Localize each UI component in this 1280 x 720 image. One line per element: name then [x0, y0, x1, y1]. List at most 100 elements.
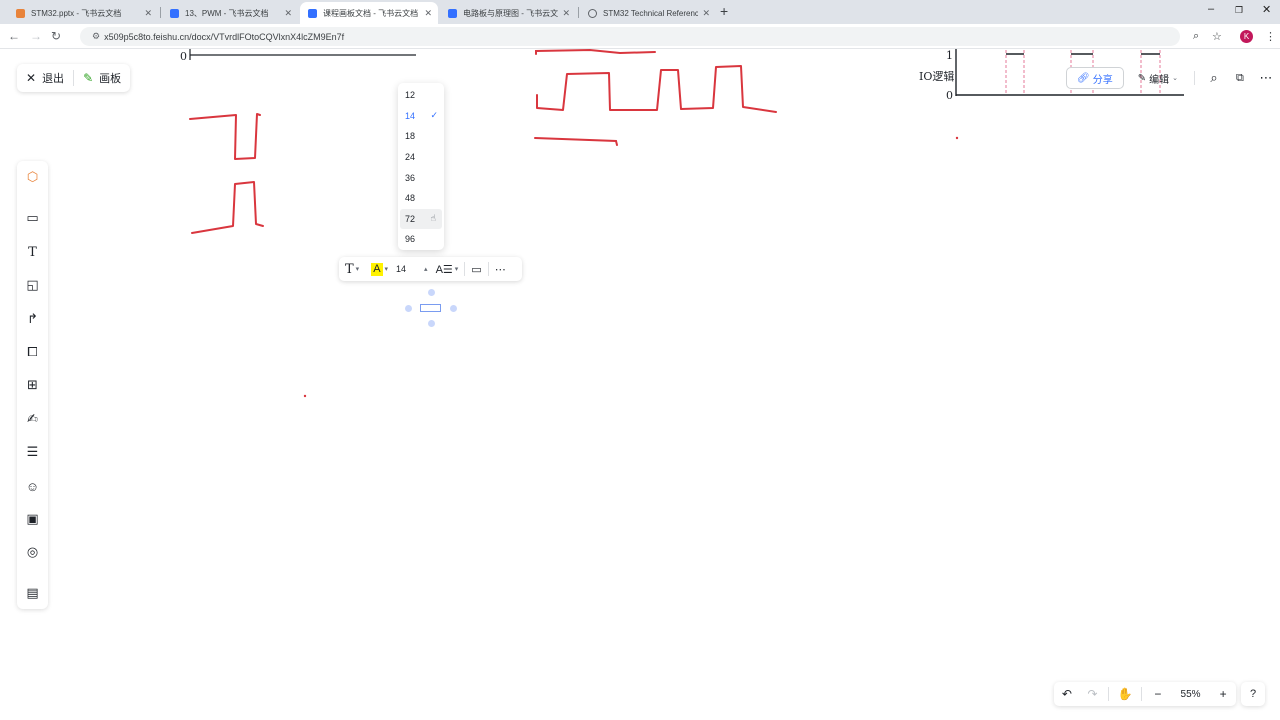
- undo-icon[interactable]: ↶: [1054, 687, 1080, 701]
- tab-title: STM32.pptx - 飞书云文档: [31, 8, 122, 18]
- font-style-button[interactable]: T ▾: [345, 257, 359, 281]
- sticky-note-icon[interactable]: ◱: [17, 274, 48, 296]
- comments-panel-icon[interactable]: ⧉: [1227, 72, 1253, 85]
- whiteboard-canvas[interactable]: 0 1 IO逻辑 0: [0, 49, 1280, 720]
- divider: [464, 262, 466, 276]
- pen-tool-icon[interactable]: ✍: [17, 408, 48, 430]
- redo-icon[interactable]: ↷: [1080, 687, 1106, 701]
- font-size-option-24[interactable]: 24: [398, 147, 444, 168]
- text-align-icon: A☰: [435, 263, 453, 276]
- frame-tool-icon[interactable]: ⧠: [17, 341, 48, 363]
- font-size-option-14[interactable]: 14 ✓: [398, 106, 444, 127]
- text-color-button[interactable]: A ▾: [371, 257, 388, 281]
- option-label: 72: [405, 213, 416, 224]
- tab-title: 课程画板文档 - 飞书云文档: [323, 8, 419, 18]
- board-button[interactable]: ✎ 画板: [74, 64, 130, 92]
- close-icon[interactable]: ✕: [424, 8, 432, 19]
- templates-tool-icon[interactable]: ◎: [17, 541, 48, 563]
- close-icon[interactable]: ✕: [562, 8, 570, 19]
- comment-button[interactable]: ▭: [471, 257, 481, 281]
- minimize-icon[interactable]: –: [1208, 3, 1214, 15]
- font-size-option-96[interactable]: 96: [398, 229, 444, 250]
- back-icon[interactable]: ←: [8, 29, 20, 43]
- zoom-level[interactable]: 55%: [1171, 689, 1211, 700]
- address-bar-row: ← → ↻ ⚙ x509p5c8to.feishu.cn/docx/VTvrdl…: [0, 24, 1280, 49]
- close-icon[interactable]: ✕: [702, 8, 710, 19]
- table-tool-icon[interactable]: ⊞: [17, 374, 48, 396]
- browser-tab-circuit[interactable]: 电路板与原理图 - 飞书云文档 ✕: [440, 2, 576, 24]
- more-icon: ⋯: [494, 263, 506, 276]
- font-size-value: 14: [396, 264, 407, 274]
- selected-text-box[interactable]: [420, 304, 441, 312]
- close-icon[interactable]: ✕: [144, 8, 152, 19]
- browser-tab-reference[interactable]: STM32 Technical Reference ✕: [580, 2, 716, 24]
- new-tab-icon[interactable]: +: [720, 3, 728, 19]
- zoom-controls: ↶ ↷ ✋ − 55% +: [1054, 682, 1236, 706]
- site-info-icon[interactable]: ⚙: [92, 31, 100, 42]
- board-pen-icon: ✎: [83, 71, 94, 85]
- shapes-library-icon[interactable]: ⬡: [17, 166, 48, 188]
- option-label: 24: [405, 152, 416, 163]
- board-tool-palette: ⬡ ▭ T ◱ ↱ ⧠ ⊞ ✍ ☰ ☺ ▣ ◎ ▤: [17, 161, 48, 609]
- doc-icon: [308, 8, 317, 18]
- chevron-down-icon: ▾: [384, 266, 389, 273]
- browser-tab-stm32-pptx[interactable]: STM32.pptx - 飞书云文档 ✕: [8, 2, 158, 24]
- resize-handle-right[interactable]: [450, 305, 457, 312]
- font-size-option-12[interactable]: 12: [398, 85, 444, 106]
- close-icon[interactable]: ✕: [284, 8, 292, 19]
- browser-menu-icon[interactable]: ⋮: [1265, 30, 1276, 43]
- maximize-icon[interactable]: ❐: [1235, 5, 1243, 16]
- bookmark-star-icon[interactable]: ☆: [1212, 30, 1222, 43]
- tab-divider: [578, 7, 579, 18]
- pencil-icon: ✎: [1137, 72, 1147, 84]
- forward-icon[interactable]: →: [30, 29, 42, 43]
- share-button[interactable]: 🔗︎ 分享: [1066, 67, 1124, 89]
- option-label: 12: [405, 90, 416, 101]
- browser-tab-pwm[interactable]: 13、PWM - 飞书云文档 ✕: [162, 2, 298, 24]
- font-size-option-36[interactable]: 36: [398, 167, 444, 188]
- font-size-option-18[interactable]: 18: [398, 126, 444, 147]
- zoom-in-icon[interactable]: +: [1210, 687, 1236, 701]
- font-size-dropdown: 12 14 ✓ 18 24 36 48 72 ☝ 96: [398, 83, 444, 250]
- image-tool-icon[interactable]: ▣: [17, 508, 48, 530]
- edit-label: 编辑: [1149, 74, 1170, 86]
- browser-tab-bar: STM32.pptx - 飞书云文档 ✕ 13、PWM - 飞书云文档 ✕ 课程…: [0, 0, 1280, 24]
- profile-avatar[interactable]: K: [1240, 30, 1253, 43]
- sticker-tool-icon[interactable]: ☺: [17, 475, 48, 497]
- reload-icon[interactable]: ↻: [51, 29, 61, 43]
- font-size-option-48[interactable]: 48: [398, 188, 444, 209]
- axis-tick-label: 0: [946, 89, 953, 102]
- font-size-option-72[interactable]: 72 ☝: [400, 208, 442, 230]
- edit-mode-button[interactable]: ✎ 编辑 ⌄: [1128, 67, 1188, 89]
- more-icon[interactable]: ⋯: [1253, 70, 1279, 86]
- zoom-out-icon[interactable]: −: [1145, 687, 1171, 701]
- hand-cursor-icon: ☝: [430, 213, 436, 224]
- connector-tool-icon[interactable]: ↱: [17, 308, 48, 330]
- browser-tab-course-board[interactable]: 课程画板文档 - 飞书云文档 ✕: [300, 2, 438, 24]
- help-icon[interactable]: ?: [1241, 682, 1265, 706]
- text-tool-icon[interactable]: T: [17, 241, 48, 263]
- more-options-button[interactable]: ⋯: [495, 257, 506, 281]
- font-size-select[interactable]: 14 ▴: [396, 257, 428, 281]
- exit-button[interactable]: ✕ 退出: [17, 64, 73, 92]
- axis-label-io-logic: IO逻辑: [919, 70, 955, 83]
- rectangle-tool-icon[interactable]: ▭: [17, 207, 48, 229]
- divider: [1193, 71, 1195, 85]
- check-icon: ✓: [430, 110, 438, 121]
- hand-pan-icon[interactable]: ✋: [1112, 687, 1138, 701]
- text-highlight-icon: A: [371, 262, 383, 276]
- rotate-handle[interactable]: [428, 289, 435, 296]
- comment-tool-icon[interactable]: ▤: [17, 582, 48, 604]
- window-close-icon[interactable]: ✕: [1262, 3, 1271, 16]
- zoom-page-icon[interactable]: ⌕: [1193, 30, 1199, 43]
- resize-handle-bottom[interactable]: [428, 320, 435, 327]
- tab-title: 13、PWM - 飞书云文档: [185, 8, 269, 18]
- divider: [487, 262, 489, 276]
- text-align-button[interactable]: A☰ ▾: [436, 257, 459, 281]
- url-field[interactable]: ⚙ x509p5c8to.feishu.cn/docx/VTvrdlFOtoCQ…: [80, 27, 1180, 46]
- search-icon[interactable]: ⌕: [1201, 70, 1227, 86]
- pwm-wave-stroke: [536, 65, 777, 113]
- mindmap-tool-icon[interactable]: ☰: [17, 441, 48, 463]
- option-label: 36: [405, 172, 416, 183]
- resize-handle-left[interactable]: [405, 305, 412, 312]
